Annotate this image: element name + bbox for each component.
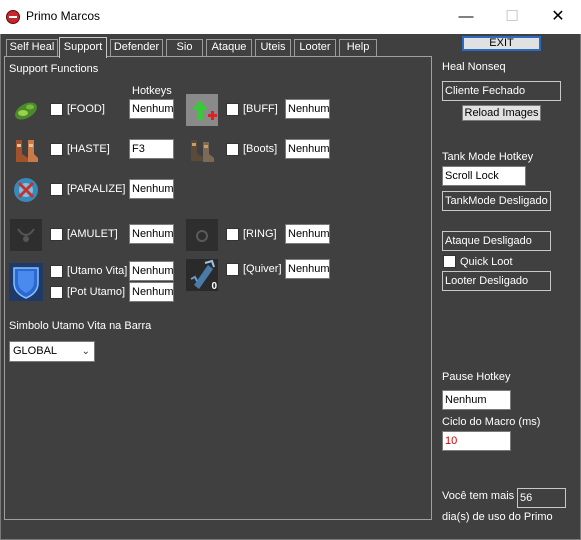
amulet-checkbox[interactable]: [50, 228, 63, 241]
utamo-vita-checkbox[interactable]: [50, 265, 63, 278]
window-title: Primo Marcos: [26, 9, 101, 23]
paralize-hotkey-field[interactable]: Nenhum: [129, 179, 174, 199]
minimize-button[interactable]: —: [446, 6, 486, 28]
buff-label: [BUFF]: [243, 103, 278, 115]
shield-icon: [9, 263, 43, 301]
buff-checkbox[interactable]: [226, 103, 239, 116]
heal-nonseq-label: Heal Nonseq: [442, 61, 506, 73]
quiver-hotkey-field[interactable]: Nenhum: [285, 259, 330, 279]
ciclo-macro-field[interactable]: 10: [442, 431, 511, 451]
buff-hotkey-field[interactable]: Nenhum: [285, 99, 330, 119]
boots-icon: [186, 134, 218, 166]
haste-boots-icon: [10, 134, 42, 166]
paralize-label: [PARALIZE]: [67, 183, 126, 195]
simbolo-select-value: GLOBAL: [13, 345, 58, 357]
ring-hotkey-field[interactable]: Nenhum: [285, 224, 330, 244]
support-functions-title: Support Functions: [9, 63, 99, 75]
haste-hotkey-field[interactable]: F3: [129, 139, 174, 159]
pause-hotkey-label: Pause Hotkey: [442, 371, 511, 383]
boots-hotkey-field[interactable]: Nenhum: [285, 139, 330, 159]
tab-defender[interactable]: Defender: [110, 39, 163, 56]
days-remaining-value: 56: [517, 488, 566, 508]
tab-ataque[interactable]: Ataque: [206, 39, 252, 56]
simbolo-select[interactable]: GLOBAL ⌄: [9, 341, 95, 362]
pot-utamo-label: [Pot Utamo]: [67, 286, 126, 298]
tab-sio[interactable]: Sio: [166, 39, 203, 56]
buff-arrow-icon: [186, 94, 218, 126]
simbolo-label: Simbolo Utamo Vita na Barra: [9, 320, 152, 332]
pause-hotkey-field[interactable]: Nenhum: [442, 390, 511, 410]
chevron-down-icon: ⌄: [81, 346, 90, 357]
days-usage-label: dia(s) de uso do Primo: [442, 511, 553, 523]
quiver-icon: 0: [186, 259, 218, 292]
haste-label: [HASTE]: [67, 143, 110, 155]
quiver-checkbox[interactable]: [226, 263, 239, 276]
tab-self-heal[interactable]: Self Heal: [6, 39, 58, 56]
tank-hotkey-label: Tank Mode Hotkey: [442, 151, 534, 163]
exit-button[interactable]: EXIT: [462, 36, 541, 51]
food-label: [FOOD]: [67, 103, 105, 115]
quiver-count: 0: [211, 281, 217, 292]
quick-loot-checkbox[interactable]: [443, 255, 456, 268]
app-logo-icon: [6, 10, 20, 24]
haste-checkbox[interactable]: [50, 143, 63, 156]
food-icon: [10, 94, 42, 126]
hotkeys-header: Hotkeys: [132, 85, 172, 97]
ring-slot-icon: [186, 219, 218, 251]
days-remaining-label: Você tem mais: [442, 490, 515, 502]
amulet-label: [AMULET]: [67, 228, 118, 240]
tank-hotkey-field[interactable]: Scroll Lock: [442, 166, 526, 186]
utamo-vita-label: [Utamo Vita]: [67, 265, 128, 277]
tankmode-status: TankMode Desligado: [442, 191, 551, 211]
boots-checkbox[interactable]: [226, 143, 239, 156]
tab-help[interactable]: Help: [339, 39, 377, 56]
utamo-vita-hotkey-field[interactable]: Nenhum: [129, 261, 174, 281]
ring-checkbox[interactable]: [226, 228, 239, 241]
amulet-hotkey-field[interactable]: Nenhum: [129, 224, 174, 244]
title-bar: Primo Marcos — ☐ ✕: [0, 0, 581, 34]
maximize-button[interactable]: ☐: [492, 6, 532, 28]
tab-looter[interactable]: Looter: [294, 39, 336, 56]
quick-loot-label: Quick Loot: [460, 256, 513, 268]
tab-uteis[interactable]: Uteis: [255, 39, 291, 56]
reload-images-button[interactable]: Reload Images: [462, 105, 541, 121]
amulet-slot-icon: [10, 219, 42, 251]
close-button[interactable]: ✕: [538, 6, 578, 28]
ring-label: [RING]: [243, 228, 277, 240]
tab-support[interactable]: Support: [59, 37, 107, 58]
quiver-label: [Quiver]: [243, 263, 282, 275]
paralize-checkbox[interactable]: [50, 183, 63, 196]
ciclo-macro-label: Ciclo do Macro (ms): [442, 416, 541, 428]
looter-status: Looter Desligado: [442, 271, 551, 291]
pot-utamo-hotkey-field[interactable]: Nenhum: [129, 282, 174, 302]
boots-label: [Boots]: [243, 143, 278, 155]
ataque-status: Ataque Desligado: [442, 231, 551, 251]
paralize-icon: [10, 174, 42, 206]
pot-utamo-checkbox[interactable]: [50, 286, 63, 299]
food-checkbox[interactable]: [50, 103, 63, 116]
food-hotkey-field[interactable]: Nenhum: [129, 99, 174, 119]
main-window: Self Heal Support Defender Sio Ataque Ut…: [0, 34, 581, 540]
client-status: Cliente Fechado: [442, 81, 561, 101]
support-panel: Support Functions Hotkeys [FOOD] Nenhum …: [4, 56, 432, 520]
